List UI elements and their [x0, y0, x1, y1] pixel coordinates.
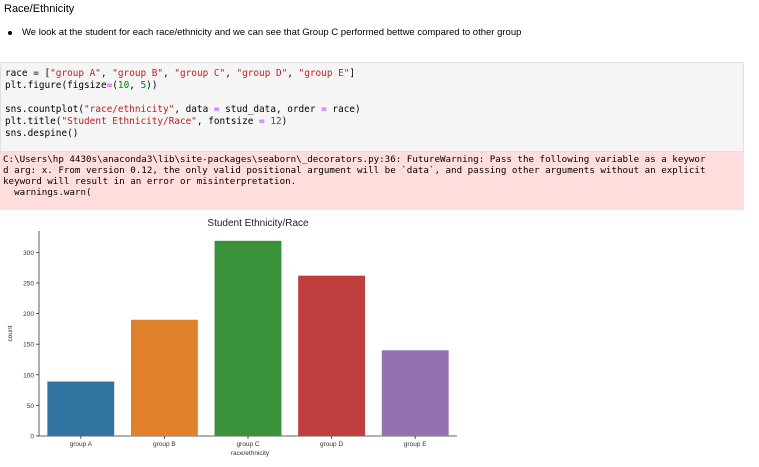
- x-tick-label: group E: [404, 441, 427, 448]
- bar: [47, 381, 115, 436]
- code-line-5: sns.despine(): [5, 128, 79, 139]
- bullet-item: We look at the student for each race/eth…: [8, 27, 521, 38]
- code-line-4: plt.title("Student Ethnicity/Race", font…: [5, 116, 288, 127]
- x-tick-label: group C: [236, 441, 259, 448]
- bar: [381, 350, 449, 436]
- code-line-2: plt.figure(figsize=(10, 5)): [5, 80, 158, 91]
- section-heading: Race/Ethnicity: [4, 3, 75, 15]
- code-line-3: sns.countplot("race/ethnicity", data = s…: [5, 104, 361, 115]
- code-cell[interactable]: race = ["group A", "group B", "group C",…: [0, 62, 744, 152]
- y-tick-label: 100: [23, 372, 34, 379]
- x-axis-label: race/ethnicity: [231, 450, 270, 457]
- y-tick-label: 200: [23, 311, 34, 318]
- y-tick-label: 50: [27, 403, 35, 410]
- y-tick-label: 0: [30, 434, 34, 441]
- bar: [214, 240, 282, 436]
- y-tick-label: 250: [23, 281, 34, 288]
- warning-output: C:\Users\hp 4430s\anaconda3\lib\site-pac…: [0, 152, 744, 210]
- bullet-text: We look at the student for each race/eth…: [22, 27, 522, 38]
- warning-line-1: C:\Users\hp 4430s\anaconda3\lib\site-pac…: [3, 154, 706, 165]
- bar: [130, 319, 198, 436]
- chart-title: Student Ethnicity/Race: [207, 218, 309, 229]
- y-tick-label: 150: [23, 342, 34, 349]
- bullet-icon: [8, 30, 12, 35]
- countplot-chart: Student Ethnicity/Race 0 50 100 150 200 250 300…: [7, 218, 457, 457]
- code-line-1: race = ["group A", "group B", "group C",…: [5, 68, 356, 79]
- warning-line-2: d arg: x. From version 0.12, the only va…: [3, 165, 706, 176]
- x-tick-label: group A: [70, 441, 93, 448]
- x-tick-label: group B: [153, 441, 176, 448]
- warning-line-4: warnings.warn(: [3, 187, 92, 198]
- warning-line-3: keyword will result in an error or misin…: [3, 176, 297, 187]
- y-axis-label: count: [7, 325, 14, 341]
- x-tick-label: group D: [320, 441, 343, 448]
- y-tick-label: 300: [23, 250, 34, 257]
- bar: [298, 275, 366, 436]
